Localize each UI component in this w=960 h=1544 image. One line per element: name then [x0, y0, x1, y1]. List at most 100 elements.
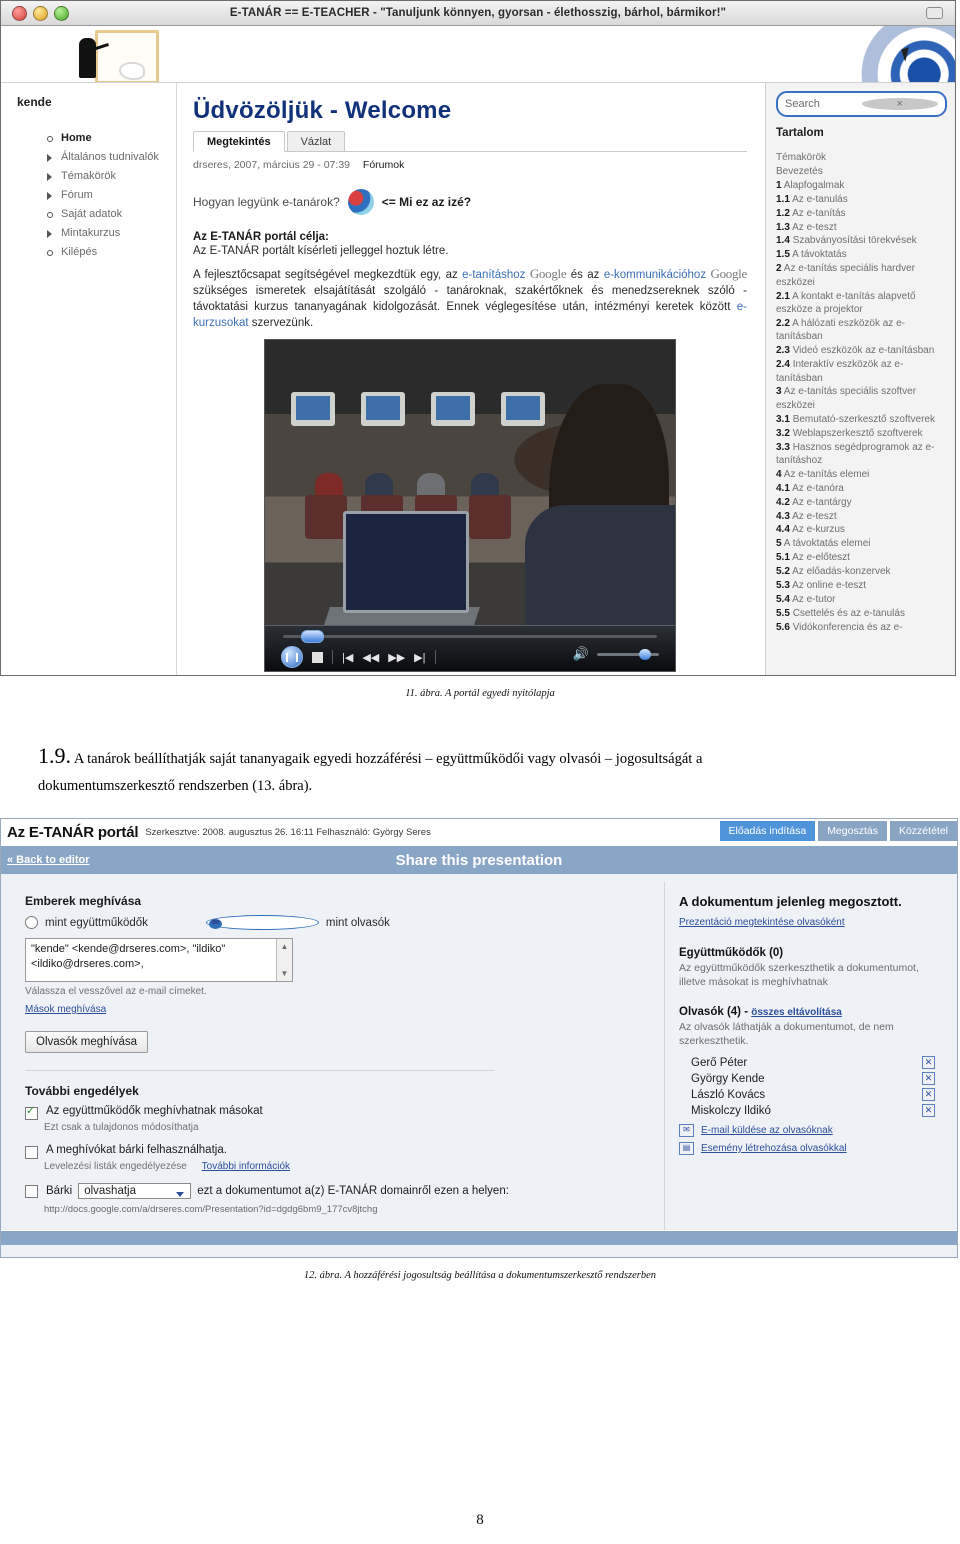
- more-info-link[interactable]: További információk: [202, 1161, 290, 1172]
- permission-collaborators-invite[interactable]: Az együttműködők meghívhatnak másokat: [25, 1104, 648, 1120]
- tab-megtekintes[interactable]: Megtekintés: [193, 131, 285, 152]
- toc-item[interactable]: 3 Az e-tanítás speciális szoftver eszköz…: [776, 385, 947, 412]
- skip-back-icon[interactable]: |◀: [342, 651, 353, 664]
- video-seek-track[interactable]: [283, 635, 657, 638]
- search-input[interactable]: Search: [785, 98, 862, 110]
- radio-circle-selected-icon[interactable]: [205, 915, 319, 930]
- create-event-link[interactable]: Esemény létrehozása olvasókkal: [701, 1143, 847, 1154]
- toc-item[interactable]: 5.1 Az e-előteszt: [776, 551, 947, 564]
- volume-track[interactable]: [597, 648, 659, 660]
- pause-icon[interactable]: [281, 646, 303, 668]
- window-resize-icon[interactable]: [926, 7, 943, 19]
- tab-vazlat[interactable]: Vázlat: [286, 131, 346, 151]
- email-separator-hint: Válassza el vesszővel az e-mail címeket.: [25, 986, 207, 997]
- toc-item[interactable]: 5.3 Az online e-teszt: [776, 579, 947, 592]
- stop-icon[interactable]: [312, 651, 323, 663]
- toc-item[interactable]: Témakörök: [776, 151, 947, 164]
- toc-item[interactable]: 1.4 Szabványosítási törekvések: [776, 234, 947, 247]
- maximize-window-button[interactable]: [54, 5, 69, 21]
- globe-icon[interactable]: [347, 189, 374, 215]
- textarea-scrollbar[interactable]: ▲ ▼: [276, 939, 292, 981]
- toc-item[interactable]: 2.2 A hálózati eszközök az e-tanításban: [776, 317, 947, 344]
- remove-all-readers-link[interactable]: összes eltávolítása: [751, 1007, 842, 1018]
- whats-this-text[interactable]: <= Mi ez az izé?: [382, 195, 471, 209]
- toc-item[interactable]: 1.3 Az e-teszt: [776, 221, 947, 234]
- toc-item[interactable]: 3.1 Bemutató-szerkesztő szoftverek: [776, 413, 947, 426]
- checkbox-icon[interactable]: [25, 1146, 38, 1159]
- email-readers-link[interactable]: E-mail küldése az olvasóknak: [701, 1125, 833, 1136]
- sidebar-item-temakorok[interactable]: Témakörök: [45, 169, 176, 185]
- invite-others-link[interactable]: Mások meghívása: [25, 1004, 106, 1015]
- share-button[interactable]: Megosztás: [818, 821, 887, 841]
- rewind-icon[interactable]: ◀◀: [362, 651, 379, 664]
- back-to-editor-link[interactable]: « Back to editor: [7, 854, 90, 866]
- toc-item[interactable]: 5.2 Az előadás-konzervek: [776, 565, 947, 578]
- start-presentation-button[interactable]: Előadás indítása: [719, 821, 816, 841]
- video-seek-thumb[interactable]: [301, 630, 324, 643]
- sidebar-item-forum[interactable]: Fórum: [45, 188, 176, 204]
- toc-item[interactable]: 3.3 Hasznos segédprogramok az e-tanításh…: [776, 441, 947, 468]
- volume-icon[interactable]: 🔊: [573, 646, 589, 662]
- search-box[interactable]: Search ×: [776, 91, 947, 117]
- radio-as-collaborators[interactable]: mint együttműködők: [25, 916, 148, 929]
- permission-domain-access[interactable]: Bárki olvashatja ezt a dokumentumot a(z)…: [25, 1183, 648, 1199]
- toc-item[interactable]: 1.2 Az e-tanítás: [776, 207, 947, 220]
- toc-item[interactable]: 1.5 A távoktatás: [776, 248, 947, 261]
- link-e-tanitashoz[interactable]: e-tanításhoz: [462, 269, 525, 281]
- toc-item[interactable]: 5 A távoktatás elemei: [776, 537, 947, 550]
- video-controls-bar[interactable]: |◀ ◀◀ ▶▶ ▶| 🔊: [265, 625, 675, 671]
- toc-item[interactable]: 2 Az e-tanítás speciális hardver eszköze…: [776, 262, 947, 289]
- remove-reader-icon[interactable]: ✕: [922, 1072, 935, 1085]
- sidebar-item-kilepes[interactable]: Kilépés: [45, 245, 176, 261]
- toc-item[interactable]: 1 Alapfogalmak: [776, 179, 947, 192]
- publish-button[interactable]: Közzététel: [889, 821, 957, 841]
- view-as-reader-link[interactable]: Prezentáció megtekintése olvasóként: [679, 917, 845, 928]
- email-readers-action[interactable]: ✉ E-mail küldése az olvasóknak: [679, 1124, 943, 1137]
- window-controls[interactable]: [12, 5, 69, 21]
- toc-item[interactable]: 5.4 Az e-tutor: [776, 593, 947, 606]
- fast-forward-icon[interactable]: ▶▶: [388, 651, 405, 664]
- toc-item[interactable]: 5.6 Vidókonferencia és az e-: [776, 621, 947, 634]
- radio-circle-icon[interactable]: [25, 916, 38, 929]
- toc-item[interactable]: 2.3 Videó eszközök az e-tanításban: [776, 344, 947, 357]
- minimize-window-button[interactable]: [33, 5, 48, 21]
- toc-item[interactable]: 2.4 Interaktív eszközök az e-tanításban: [776, 358, 947, 385]
- toc-item[interactable]: 2.1 A kontakt e-tanítás alapvető eszköze…: [776, 290, 947, 317]
- volume-thumb[interactable]: [639, 648, 651, 660]
- toc-item[interactable]: 5.5 Csettelés és az e-tanulás: [776, 607, 947, 620]
- toc-item[interactable]: 4.4 Az e-kurzus: [776, 523, 947, 536]
- toc-item[interactable]: 4.2 Az e-tantárgy: [776, 496, 947, 509]
- permission-invites-anyone[interactable]: A meghívókat bárki felhasználhatja.: [25, 1144, 648, 1159]
- toc-item-label: A távoktatás: [792, 249, 847, 261]
- forum-link[interactable]: Fórumok: [363, 159, 404, 171]
- skip-forward-icon[interactable]: ▶|: [414, 651, 425, 664]
- remove-reader-icon[interactable]: ✕: [922, 1056, 935, 1069]
- video-transport-controls[interactable]: |◀ ◀◀ ▶▶ ▶|: [281, 646, 436, 668]
- invite-readers-button[interactable]: Olvasók meghívása: [25, 1031, 148, 1053]
- clear-search-icon[interactable]: ×: [861, 98, 938, 110]
- radio-as-readers[interactable]: mint olvasók: [205, 915, 390, 930]
- create-event-action[interactable]: ▤ Esemény létrehozása olvasókkal: [679, 1142, 943, 1155]
- access-level-select[interactable]: olvashatja: [78, 1183, 192, 1199]
- toc-item[interactable]: 4.3 Az e-teszt: [776, 510, 947, 523]
- close-window-button[interactable]: [12, 5, 27, 21]
- toc-item-number: 4.2: [776, 496, 790, 508]
- video-player[interactable]: |◀ ◀◀ ▶▶ ▶| 🔊: [264, 339, 676, 672]
- link-e-kommunikaciohoz[interactable]: e-kommunikációhoz: [604, 269, 706, 281]
- sidebar-item-mintakurzus[interactable]: Mintakurzus: [45, 226, 176, 242]
- toc-item[interactable]: Bevezetés: [776, 165, 947, 178]
- document-url[interactable]: http://docs.google.com/a/drseres.com/Pre…: [44, 1204, 648, 1215]
- toc-item[interactable]: 4.1 Az e-tanóra: [776, 482, 947, 495]
- toc-item[interactable]: 4 Az e-tanítás elemei: [776, 468, 947, 481]
- sidebar-item-altalanos[interactable]: Általános tudnivalók: [45, 150, 176, 166]
- email-addresses-textarea[interactable]: "kende" <kende@drseres.com>, "ildiko" <i…: [25, 938, 293, 982]
- checkbox-icon[interactable]: [25, 1185, 38, 1198]
- toc-item[interactable]: 1.1 Az e-tanulás: [776, 193, 947, 206]
- checkbox-checked-icon[interactable]: [25, 1104, 38, 1120]
- sidebar-item-sajat-adatok[interactable]: Saját adatok: [45, 207, 176, 223]
- remove-reader-icon[interactable]: ✕: [922, 1104, 935, 1117]
- remove-reader-icon[interactable]: ✕: [922, 1088, 935, 1101]
- sidebar-item-home[interactable]: Home: [45, 131, 176, 147]
- volume-controls[interactable]: 🔊: [573, 646, 659, 662]
- toc-item[interactable]: 3.2 Weblapszerkesztő szoftverek: [776, 427, 947, 440]
